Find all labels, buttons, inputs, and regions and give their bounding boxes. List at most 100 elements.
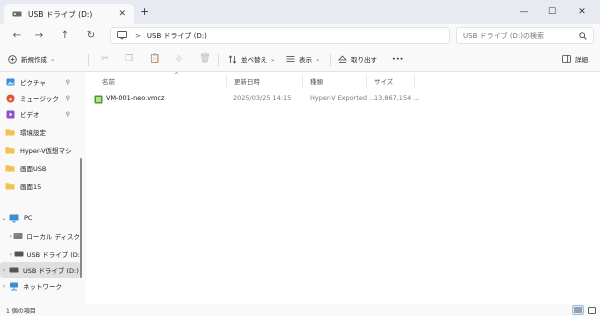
eject-icon: [338, 54, 347, 64]
sidebar-item-label: ピクチャ: [20, 79, 46, 87]
delete-icon[interactable]: 🗑: [198, 52, 212, 66]
vm-file-icon: [94, 95, 103, 104]
divider: [330, 54, 331, 66]
sidebar-item-music[interactable]: ミュージック ⚲: [0, 90, 80, 106]
sidebar-item-pc[interactable]: ⌄ PC: [0, 210, 80, 226]
tab-close-icon[interactable]: ✕: [118, 10, 126, 19]
chevron-right-icon[interactable]: ›: [0, 283, 8, 290]
folder-icon: [0, 182, 20, 190]
search-icon: [579, 31, 587, 40]
sort-icon: [228, 54, 237, 64]
cut-icon[interactable]: ✂: [98, 52, 112, 66]
sidebar-item-usb-drive-selected[interactable]: › USB ドライブ (D:): [0, 262, 80, 278]
column-divider[interactable]: [414, 75, 415, 87]
file-name[interactable]: VM-001-neo.vmcz: [106, 94, 164, 102]
view-icon: [286, 55, 295, 63]
refresh-button[interactable]: ↻: [82, 28, 100, 42]
address-bar[interactable]: > USB ドライブ (D:): [110, 27, 450, 44]
folder-icon: [0, 146, 20, 154]
more-options-button[interactable]: •••: [392, 51, 404, 67]
sidebar-item-network[interactable]: › ネットワーク: [0, 278, 80, 294]
column-header-modified[interactable]: 更新日時: [234, 74, 260, 88]
chevron-down-icon: ⌄: [315, 55, 321, 63]
new-button[interactable]: 新規作成 ⌄: [8, 51, 55, 67]
sidebar-item-folder[interactable]: 環境設定: [0, 124, 80, 140]
sidebar-item-label: 画面USB: [20, 165, 47, 173]
eject-button[interactable]: 取り出す: [338, 51, 377, 67]
divider: [88, 54, 89, 66]
navigation-pane: ピクチャ ⚲ ミュージック ⚲ ビデオ ⚲ 環境設定 Hyper-V仮想マシ 画…: [0, 72, 86, 304]
usb-drive-icon: [12, 10, 22, 18]
details-pane-icon: [562, 55, 571, 63]
sidebar-item-label: PC: [24, 214, 33, 222]
scrollbar-thumb[interactable]: [80, 158, 82, 278]
tab-usb-drive[interactable]: USB ドライブ (D:) ✕: [4, 4, 134, 24]
sidebar-item-local-disk[interactable]: › ローカル ディスク: [0, 228, 80, 244]
tiles-view-button[interactable]: [586, 305, 598, 315]
pin-icon: ⚲: [65, 78, 70, 86]
back-button[interactable]: ←: [8, 28, 26, 42]
forward-button[interactable]: →: [30, 28, 48, 42]
sidebar-item-label: USB ドライブ (D:: [26, 251, 80, 259]
column-divider[interactable]: [226, 75, 227, 87]
maximize-button[interactable]: ☐: [540, 4, 564, 20]
sidebar-item-videos[interactable]: ビデオ ⚲: [0, 106, 80, 122]
sidebar-item-usb-drive[interactable]: › USB ドライブ (D:: [0, 246, 80, 262]
folder-icon: [0, 164, 20, 172]
divider: [218, 54, 219, 66]
status-bar: 1 個の項目: [0, 304, 600, 316]
pictures-icon: [0, 78, 20, 86]
column-divider[interactable]: [366, 75, 367, 87]
usb-drive-icon: [14, 251, 24, 257]
breadcrumb-separator: >: [135, 31, 141, 40]
pin-icon: ⚲: [65, 110, 70, 118]
sort-button[interactable]: 並べ替え ⌄: [228, 51, 275, 67]
column-header-type[interactable]: 種類: [310, 74, 323, 88]
sidebar-item-folder[interactable]: Hyper-V仮想マシ: [0, 142, 80, 158]
address-row: ← → ↑ ↻ > USB ドライブ (D:) USB ドライブ (D:)の検索: [0, 24, 600, 46]
plus-circle-icon: [8, 54, 17, 64]
videos-icon: [0, 110, 20, 119]
network-icon: [8, 282, 20, 291]
sidebar-item-label: ローカル ディスク: [26, 233, 80, 241]
sidebar-item-folder[interactable]: 画面15: [0, 178, 80, 194]
details-view-button[interactable]: [572, 305, 584, 315]
column-divider[interactable]: [302, 75, 303, 87]
drive-icon: [13, 232, 23, 240]
minimize-button[interactable]: —: [512, 4, 536, 20]
sidebar-item-label: USB ドライブ (D:): [23, 267, 79, 275]
chevron-down-icon[interactable]: ⌄: [0, 215, 8, 222]
sidebar-item-label: ビデオ: [20, 111, 40, 119]
close-button[interactable]: ✕: [570, 4, 594, 20]
paste-icon[interactable]: 📋: [148, 52, 162, 66]
column-header-name[interactable]: 名前: [102, 74, 115, 88]
title-bar: USB ドライブ (D:) ✕ + — ☐ ✕: [0, 0, 600, 24]
folder-icon: [0, 128, 20, 136]
column-header-size[interactable]: サイズ: [374, 74, 393, 88]
search-input[interactable]: USB ドライブ (D:)の検索: [456, 27, 594, 44]
view-button[interactable]: 表示 ⌄: [286, 51, 320, 67]
copy-icon[interactable]: ❐: [122, 52, 136, 66]
details-button[interactable]: 詳細: [562, 51, 588, 67]
file-type: Hyper-V Exported ...: [310, 94, 376, 102]
sidebar-item-folder[interactable]: 画面USB: [0, 160, 80, 176]
new-tab-button[interactable]: +: [140, 6, 149, 17]
sidebar-scrollbar[interactable]: [80, 78, 83, 300]
file-list-pane: ^ 名前 更新日時 種類 サイズ VM-001-neo.vmcz 2025/03…: [86, 72, 600, 304]
up-button[interactable]: ↑: [56, 28, 74, 42]
file-modified: 2025/03/25 14:15: [233, 94, 292, 102]
music-icon: [0, 94, 20, 103]
details-label: 詳細: [575, 56, 588, 64]
sort-indicator: ^: [174, 72, 180, 79]
sidebar-item-label: 環境設定: [20, 129, 46, 137]
breadcrumb-current[interactable]: USB ドライブ (D:): [147, 31, 207, 41]
monitor-icon: [117, 31, 127, 40]
pin-icon: ⚲: [65, 94, 70, 102]
chevron-right-icon[interactable]: ›: [0, 267, 8, 274]
eject-label: 取り出す: [351, 56, 377, 64]
sidebar-item-pictures[interactable]: ピクチャ ⚲: [0, 74, 80, 90]
table-row[interactable]: VM-001-neo.vmcz 2025/03/25 14:15 Hyper-V…: [92, 92, 419, 106]
rename-icon[interactable]: ⎀: [172, 52, 186, 66]
sidebar-item-label: ネットワーク: [23, 283, 62, 291]
pc-icon: [8, 214, 20, 223]
